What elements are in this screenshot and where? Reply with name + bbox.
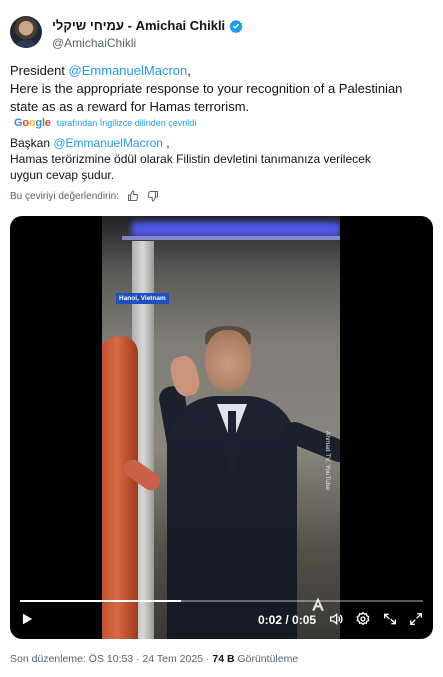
translation-notice[interactable]: Google tarafından İngilizce dilinden çev…	[14, 117, 196, 129]
play-icon[interactable]	[20, 612, 34, 626]
translated-text: Başkan @EmmanuelMacron , Hamas terörizmi…	[10, 135, 430, 183]
views-label: Görüntüleme	[234, 653, 299, 665]
fullscreen-icon[interactable]	[408, 611, 424, 627]
video-progress-fill	[20, 600, 182, 602]
avatar[interactable]	[10, 16, 42, 48]
translated-line-2: Hamas terörizmine ödül olarak Filistin d…	[10, 152, 371, 166]
volume-icon[interactable]	[328, 611, 344, 627]
edited-timestamp[interactable]: Son düzenleme: ÖS 10:53 · 24 Tem 2025 ·	[10, 653, 212, 665]
pip-icon[interactable]	[382, 611, 398, 627]
translated-mention-link[interactable]: @EmmanuelMacron	[53, 136, 163, 150]
thumbs-up-icon[interactable]	[127, 190, 139, 202]
video-watermark: Ahmad TV, YouTube	[324, 431, 331, 491]
tweet-body: President @EmmanuelMacron, Here is the a…	[10, 62, 430, 116]
thumbs-down-icon[interactable]	[147, 190, 159, 202]
video-controls: 0:02 / 0:05	[10, 597, 433, 632]
translated-line-1: Başkan @EmmanuelMacron ,	[10, 136, 170, 150]
author-display-name[interactable]: עמיחי שיקלי - Amichai Chikli	[52, 18, 225, 33]
anadolu-logo-icon	[312, 597, 324, 611]
location-badge: Hanoi, Vietnam	[116, 293, 169, 304]
video-player[interactable]: Hanoi, Vietnam Ahmad TV, YouTube 0:02 / …	[10, 216, 433, 639]
translation-source-label[interactable]: tarafından İngilizce dilinden çevrildi	[57, 118, 197, 128]
tweet-line-1: President @EmmanuelMacron,	[10, 63, 191, 78]
settings-icon[interactable]	[355, 611, 371, 627]
video-progress-bar[interactable]	[20, 600, 423, 602]
translated-line-3: uygun cevap şudur.	[10, 168, 115, 182]
mention-link[interactable]: @EmmanuelMacron	[69, 63, 188, 78]
tweet-meta: Son düzenleme: ÖS 10:53 · 24 Tem 2025 · …	[10, 653, 298, 665]
author-handle[interactable]: @AmichaiChikli	[52, 36, 136, 50]
google-logo: Google	[14, 117, 51, 129]
rate-translation-label: Bu çeviriyi değerlendirin:	[10, 190, 119, 202]
video-frame[interactable]	[102, 216, 340, 639]
verified-badge-icon	[229, 19, 243, 33]
tweet-line-3: state as as a reward for Hamas terrorism…	[10, 99, 250, 114]
tweet-header: עמיחי שיקלי - Amichai Chikli @AmichaiChi…	[10, 14, 433, 54]
author-name-row[interactable]: עמיחי שיקלי - Amichai Chikli	[52, 18, 243, 33]
views-count: 74 B	[212, 653, 235, 665]
video-time: 0:02 / 0:05	[258, 613, 317, 627]
rate-translation-row: Bu çeviriyi değerlendirin:	[10, 190, 159, 202]
tweet-line-2: Here is the appropriate response to your…	[10, 81, 403, 96]
